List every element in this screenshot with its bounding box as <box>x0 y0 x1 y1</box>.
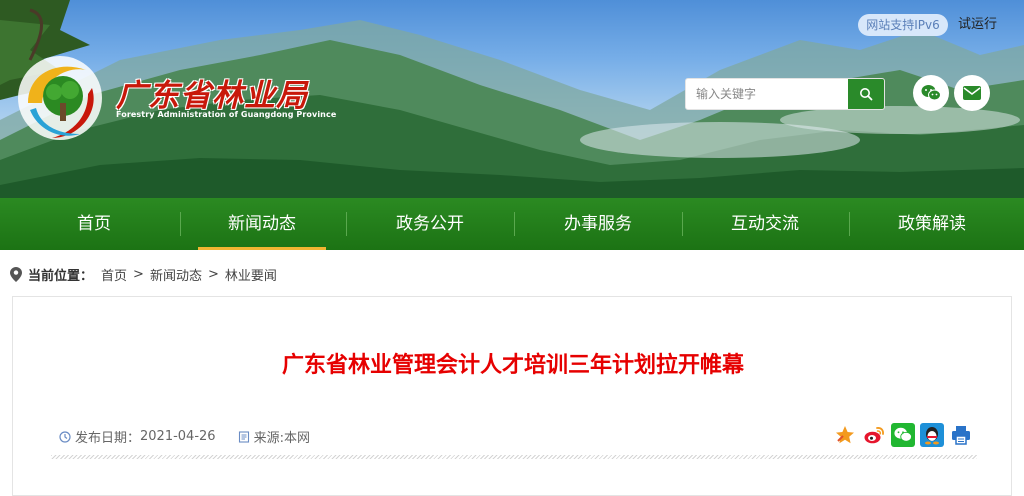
search-box <box>685 78 885 110</box>
document-icon <box>238 430 249 443</box>
nav-divider <box>514 212 515 236</box>
article-source: 来源: 本网 <box>238 427 310 446</box>
nav-item-news[interactable]: 新闻动态 <box>198 198 326 250</box>
breadcrumb-separator: > <box>207 266 219 282</box>
weibo-icon[interactable] <box>862 423 886 447</box>
mail-icon <box>963 86 981 100</box>
publish-date-value: 2021-04-26 <box>140 429 216 444</box>
search-input[interactable] <box>686 79 851 109</box>
nav-item-services[interactable]: 办事服务 <box>518 198 678 250</box>
search-button[interactable] <box>848 79 884 109</box>
nav-divider <box>682 212 683 236</box>
source-label: 来源: <box>253 431 284 446</box>
publish-date: 发布日期： 2021-04-26 <box>59 427 216 446</box>
nav-divider <box>180 212 181 236</box>
wechat-button[interactable] <box>913 75 949 111</box>
nav-divider <box>346 212 347 236</box>
publish-date-label: 发布日期： <box>75 431 141 446</box>
mail-button[interactable] <box>954 75 990 111</box>
favorite-star-icon[interactable] <box>833 423 857 447</box>
site-logo-title[interactable]: 广东省林业局 <box>116 70 308 115</box>
source-value: 本网 <box>283 431 310 446</box>
nav-divider <box>849 212 850 236</box>
nav-item-home[interactable]: 首页 <box>14 198 174 250</box>
nav-item-policy[interactable]: 政策解读 <box>852 198 1012 250</box>
wechat-share-icon[interactable] <box>891 423 915 447</box>
article-meta: 发布日期： 2021-04-26 来源: 本网 <box>59 427 332 446</box>
main-nav: 首页 新闻动态 政务公开 办事服务 互动交流 政策解读 <box>0 198 1024 250</box>
print-icon[interactable] <box>949 423 973 447</box>
breadcrumb: 当前位置： 首页 > 新闻动态 > 林业要闻 <box>10 264 277 284</box>
share-bar <box>833 423 973 447</box>
search-icon <box>860 88 873 101</box>
location-pin-icon <box>10 266 22 282</box>
wechat-icon <box>921 85 941 101</box>
article-card: 广东省林业管理会计人才培训三年计划拉开帷幕 发布日期： 2021-04-26 来… <box>12 296 1012 496</box>
breadcrumb-separator: > <box>133 266 144 282</box>
hatched-divider <box>51 455 977 459</box>
qq-icon[interactable] <box>920 423 944 447</box>
nav-item-interaction[interactable]: 互动交流 <box>685 198 845 250</box>
article-title: 广东省林业管理会计人才培训三年计划拉开帷幕 <box>281 353 744 378</box>
breadcrumb-news[interactable]: 新闻动态 <box>150 265 202 284</box>
site-logo-subtitle: Forestry Administration of Guangdong Pro… <box>116 110 337 119</box>
ipv6-badge: 网站支持IPv6 <box>858 14 948 36</box>
breadcrumb-home[interactable]: 首页 <box>101 265 127 284</box>
clock-icon <box>59 430 71 443</box>
trial-run-label: 试运行 <box>958 17 998 32</box>
header-banner: 广东省林业局 Forestry Administration of Guangd… <box>0 0 1024 198</box>
nav-item-government-affairs[interactable]: 政务公开 <box>350 198 510 250</box>
breadcrumb-label: 当前位置： <box>28 268 94 284</box>
breadcrumb-forestry-news[interactable]: 林业要闻 <box>225 265 277 284</box>
